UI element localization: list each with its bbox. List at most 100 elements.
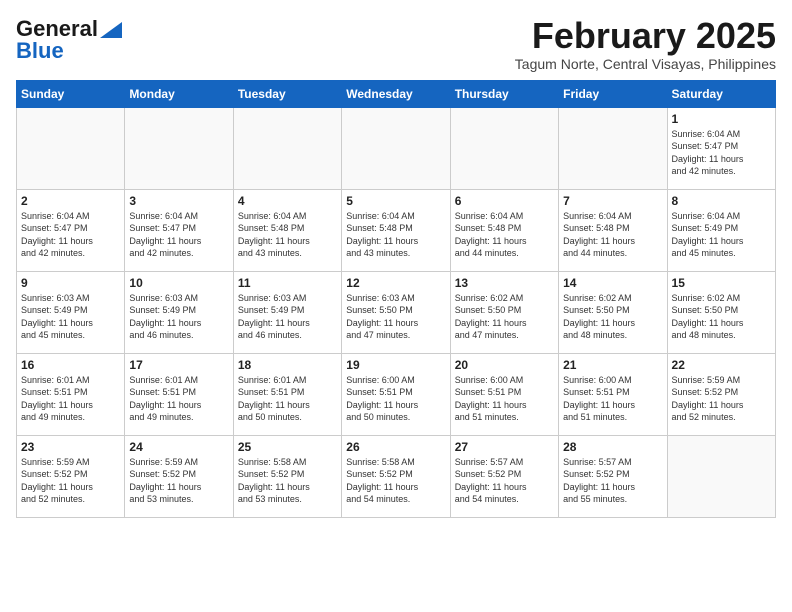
day-info: Sunrise: 6:04 AM Sunset: 5:47 PM Dayligh… <box>21 210 120 260</box>
day-number: 24 <box>129 440 228 454</box>
day-info: Sunrise: 6:04 AM Sunset: 5:47 PM Dayligh… <box>672 128 771 178</box>
day-number: 14 <box>563 276 662 290</box>
day-number: 17 <box>129 358 228 372</box>
location-subtitle: Tagum Norte, Central Visayas, Philippine… <box>515 56 776 72</box>
calendar-cell: 8Sunrise: 6:04 AM Sunset: 5:49 PM Daylig… <box>667 189 775 271</box>
day-info: Sunrise: 6:04 AM Sunset: 5:48 PM Dayligh… <box>238 210 337 260</box>
day-number: 27 <box>455 440 554 454</box>
calendar-day-header: Tuesday <box>233 80 341 107</box>
day-number: 23 <box>21 440 120 454</box>
calendar-cell: 11Sunrise: 6:03 AM Sunset: 5:49 PM Dayli… <box>233 271 341 353</box>
calendar-cell <box>450 107 558 189</box>
calendar-cell <box>125 107 233 189</box>
day-info: Sunrise: 6:04 AM Sunset: 5:48 PM Dayligh… <box>563 210 662 260</box>
calendar-cell: 28Sunrise: 5:57 AM Sunset: 5:52 PM Dayli… <box>559 435 667 517</box>
calendar-cell: 19Sunrise: 6:00 AM Sunset: 5:51 PM Dayli… <box>342 353 450 435</box>
calendar-cell: 13 Sunrise: 6:02 AM Sunset: 5:50 PM Dayli… <box>450 271 558 353</box>
day-info: Sunrise: 6:03 AM Sunset: 5:49 PM Dayligh… <box>238 292 337 342</box>
calendar-cell: 1 Sunrise: 6:04 AM Sunset: 5:47 PM Daylig… <box>667 107 775 189</box>
day-number: 5 <box>346 194 445 208</box>
calendar-cell: 24 Sunrise: 5:59 AM Sunset: 5:52 PM Dayli… <box>125 435 233 517</box>
day-info: Sunrise: 6:03 AM Sunset: 5:49 PM Dayligh… <box>129 292 228 342</box>
page-header: General Blue February 2025 Tagum Norte, … <box>16 16 776 72</box>
day-number: 1 <box>672 112 771 126</box>
calendar-day-header: Monday <box>125 80 233 107</box>
calendar-day-header: Sunday <box>17 80 125 107</box>
calendar-day-header: Saturday <box>667 80 775 107</box>
day-number: 9 <box>21 276 120 290</box>
calendar-cell: 22 Sunrise: 5:59 AM Sunset: 5:52 PM Dayli… <box>667 353 775 435</box>
day-number: 7 <box>563 194 662 208</box>
calendar-week-row: 16 Sunrise: 6:01 AM Sunset: 5:51 PM Dayli… <box>17 353 776 435</box>
day-info: Sunrise: 5:59 AM Sunset: 5:52 PM Dayligh… <box>21 456 120 506</box>
calendar-cell: 6 Sunrise: 6:04 AM Sunset: 5:48 PM Daylig… <box>450 189 558 271</box>
day-info: Sunrise: 6:00 AM Sunset: 5:51 PM Dayligh… <box>455 374 554 424</box>
calendar-cell: 18 Sunrise: 6:01 AM Sunset: 5:51 PM Dayli… <box>233 353 341 435</box>
day-info: Sunrise: 6:01 AM Sunset: 5:51 PM Dayligh… <box>238 374 337 424</box>
day-number: 16 <box>21 358 120 372</box>
calendar-week-row: 9 Sunrise: 6:03 AM Sunset: 5:49 PM Daylig… <box>17 271 776 353</box>
calendar-week-row: 23 Sunrise: 5:59 AM Sunset: 5:52 PM Dayli… <box>17 435 776 517</box>
day-number: 20 <box>455 358 554 372</box>
day-info: Sunrise: 6:04 AM Sunset: 5:48 PM Dayligh… <box>455 210 554 260</box>
day-number: 6 <box>455 194 554 208</box>
day-number: 8 <box>672 194 771 208</box>
day-number: 12 <box>346 276 445 290</box>
day-info: Sunrise: 5:57 AM Sunset: 5:52 PM Dayligh… <box>455 456 554 506</box>
day-info: Sunrise: 6:00 AM Sunset: 5:51 PM Dayligh… <box>563 374 662 424</box>
calendar-day-header: Friday <box>559 80 667 107</box>
day-number: 21 <box>563 358 662 372</box>
calendar-cell: 15 Sunrise: 6:02 AM Sunset: 5:50 PM Dayli… <box>667 271 775 353</box>
calendar-day-header: Thursday <box>450 80 558 107</box>
calendar-cell: 10 Sunrise: 6:03 AM Sunset: 5:49 PM Dayli… <box>125 271 233 353</box>
day-number: 26 <box>346 440 445 454</box>
day-number: 2 <box>21 194 120 208</box>
calendar-week-row: 1 Sunrise: 6:04 AM Sunset: 5:47 PM Daylig… <box>17 107 776 189</box>
day-info: Sunrise: 6:02 AM Sunset: 5:50 PM Dayligh… <box>455 292 554 342</box>
calendar-cell <box>559 107 667 189</box>
day-number: 22 <box>672 358 771 372</box>
day-info: Sunrise: 6:02 AM Sunset: 5:50 PM Dayligh… <box>672 292 771 342</box>
calendar-cell: 14Sunrise: 6:02 AM Sunset: 5:50 PM Dayli… <box>559 271 667 353</box>
calendar-cell: 26 Sunrise: 5:58 AM Sunset: 5:52 PM Dayli… <box>342 435 450 517</box>
day-number: 19 <box>346 358 445 372</box>
title-block: February 2025 Tagum Norte, Central Visay… <box>515 16 776 72</box>
calendar-cell: 27 Sunrise: 5:57 AM Sunset: 5:52 PM Dayli… <box>450 435 558 517</box>
calendar-cell <box>17 107 125 189</box>
day-info: Sunrise: 6:04 AM Sunset: 5:48 PM Dayligh… <box>346 210 445 260</box>
day-number: 25 <box>238 440 337 454</box>
calendar-cell <box>667 435 775 517</box>
calendar-cell: 5 Sunrise: 6:04 AM Sunset: 5:48 PM Daylig… <box>342 189 450 271</box>
day-number: 28 <box>563 440 662 454</box>
day-info: Sunrise: 6:04 AM Sunset: 5:47 PM Dayligh… <box>129 210 228 260</box>
calendar-week-row: 2 Sunrise: 6:04 AM Sunset: 5:47 PM Daylig… <box>17 189 776 271</box>
calendar-day-header: Wednesday <box>342 80 450 107</box>
day-number: 4 <box>238 194 337 208</box>
logo: General Blue <box>16 16 122 64</box>
day-number: 13 <box>455 276 554 290</box>
calendar-cell: 4 Sunrise: 6:04 AM Sunset: 5:48 PM Daylig… <box>233 189 341 271</box>
day-info: Sunrise: 5:58 AM Sunset: 5:52 PM Dayligh… <box>346 456 445 506</box>
calendar-cell: 16 Sunrise: 6:01 AM Sunset: 5:51 PM Dayli… <box>17 353 125 435</box>
day-number: 18 <box>238 358 337 372</box>
calendar-cell: 12 Sunrise: 6:03 AM Sunset: 5:50 PM Dayli… <box>342 271 450 353</box>
calendar-cell: 3Sunrise: 6:04 AM Sunset: 5:47 PM Daylig… <box>125 189 233 271</box>
logo-icon <box>100 22 122 38</box>
calendar-cell: 23 Sunrise: 5:59 AM Sunset: 5:52 PM Dayli… <box>17 435 125 517</box>
day-number: 10 <box>129 276 228 290</box>
calendar-table: SundayMondayTuesdayWednesdayThursdayFrid… <box>16 80 776 518</box>
day-number: 15 <box>672 276 771 290</box>
calendar-cell: 17 Sunrise: 6:01 AM Sunset: 5:51 PM Dayli… <box>125 353 233 435</box>
logo-blue-text: Blue <box>16 38 64 64</box>
day-info: Sunrise: 5:59 AM Sunset: 5:52 PM Dayligh… <box>672 374 771 424</box>
calendar-cell: 9Sunrise: 6:03 AM Sunset: 5:49 PM Daylig… <box>17 271 125 353</box>
month-year-title: February 2025 <box>515 16 776 56</box>
calendar-cell: 21 Sunrise: 6:00 AM Sunset: 5:51 PM Dayli… <box>559 353 667 435</box>
day-info: Sunrise: 6:01 AM Sunset: 5:51 PM Dayligh… <box>21 374 120 424</box>
day-info: Sunrise: 5:59 AM Sunset: 5:52 PM Dayligh… <box>129 456 228 506</box>
day-info: Sunrise: 6:03 AM Sunset: 5:50 PM Dayligh… <box>346 292 445 342</box>
day-info: Sunrise: 6:01 AM Sunset: 5:51 PM Dayligh… <box>129 374 228 424</box>
calendar-cell: 25Sunrise: 5:58 AM Sunset: 5:52 PM Dayli… <box>233 435 341 517</box>
calendar-cell <box>233 107 341 189</box>
calendar-cell: 20 Sunrise: 6:00 AM Sunset: 5:51 PM Dayli… <box>450 353 558 435</box>
